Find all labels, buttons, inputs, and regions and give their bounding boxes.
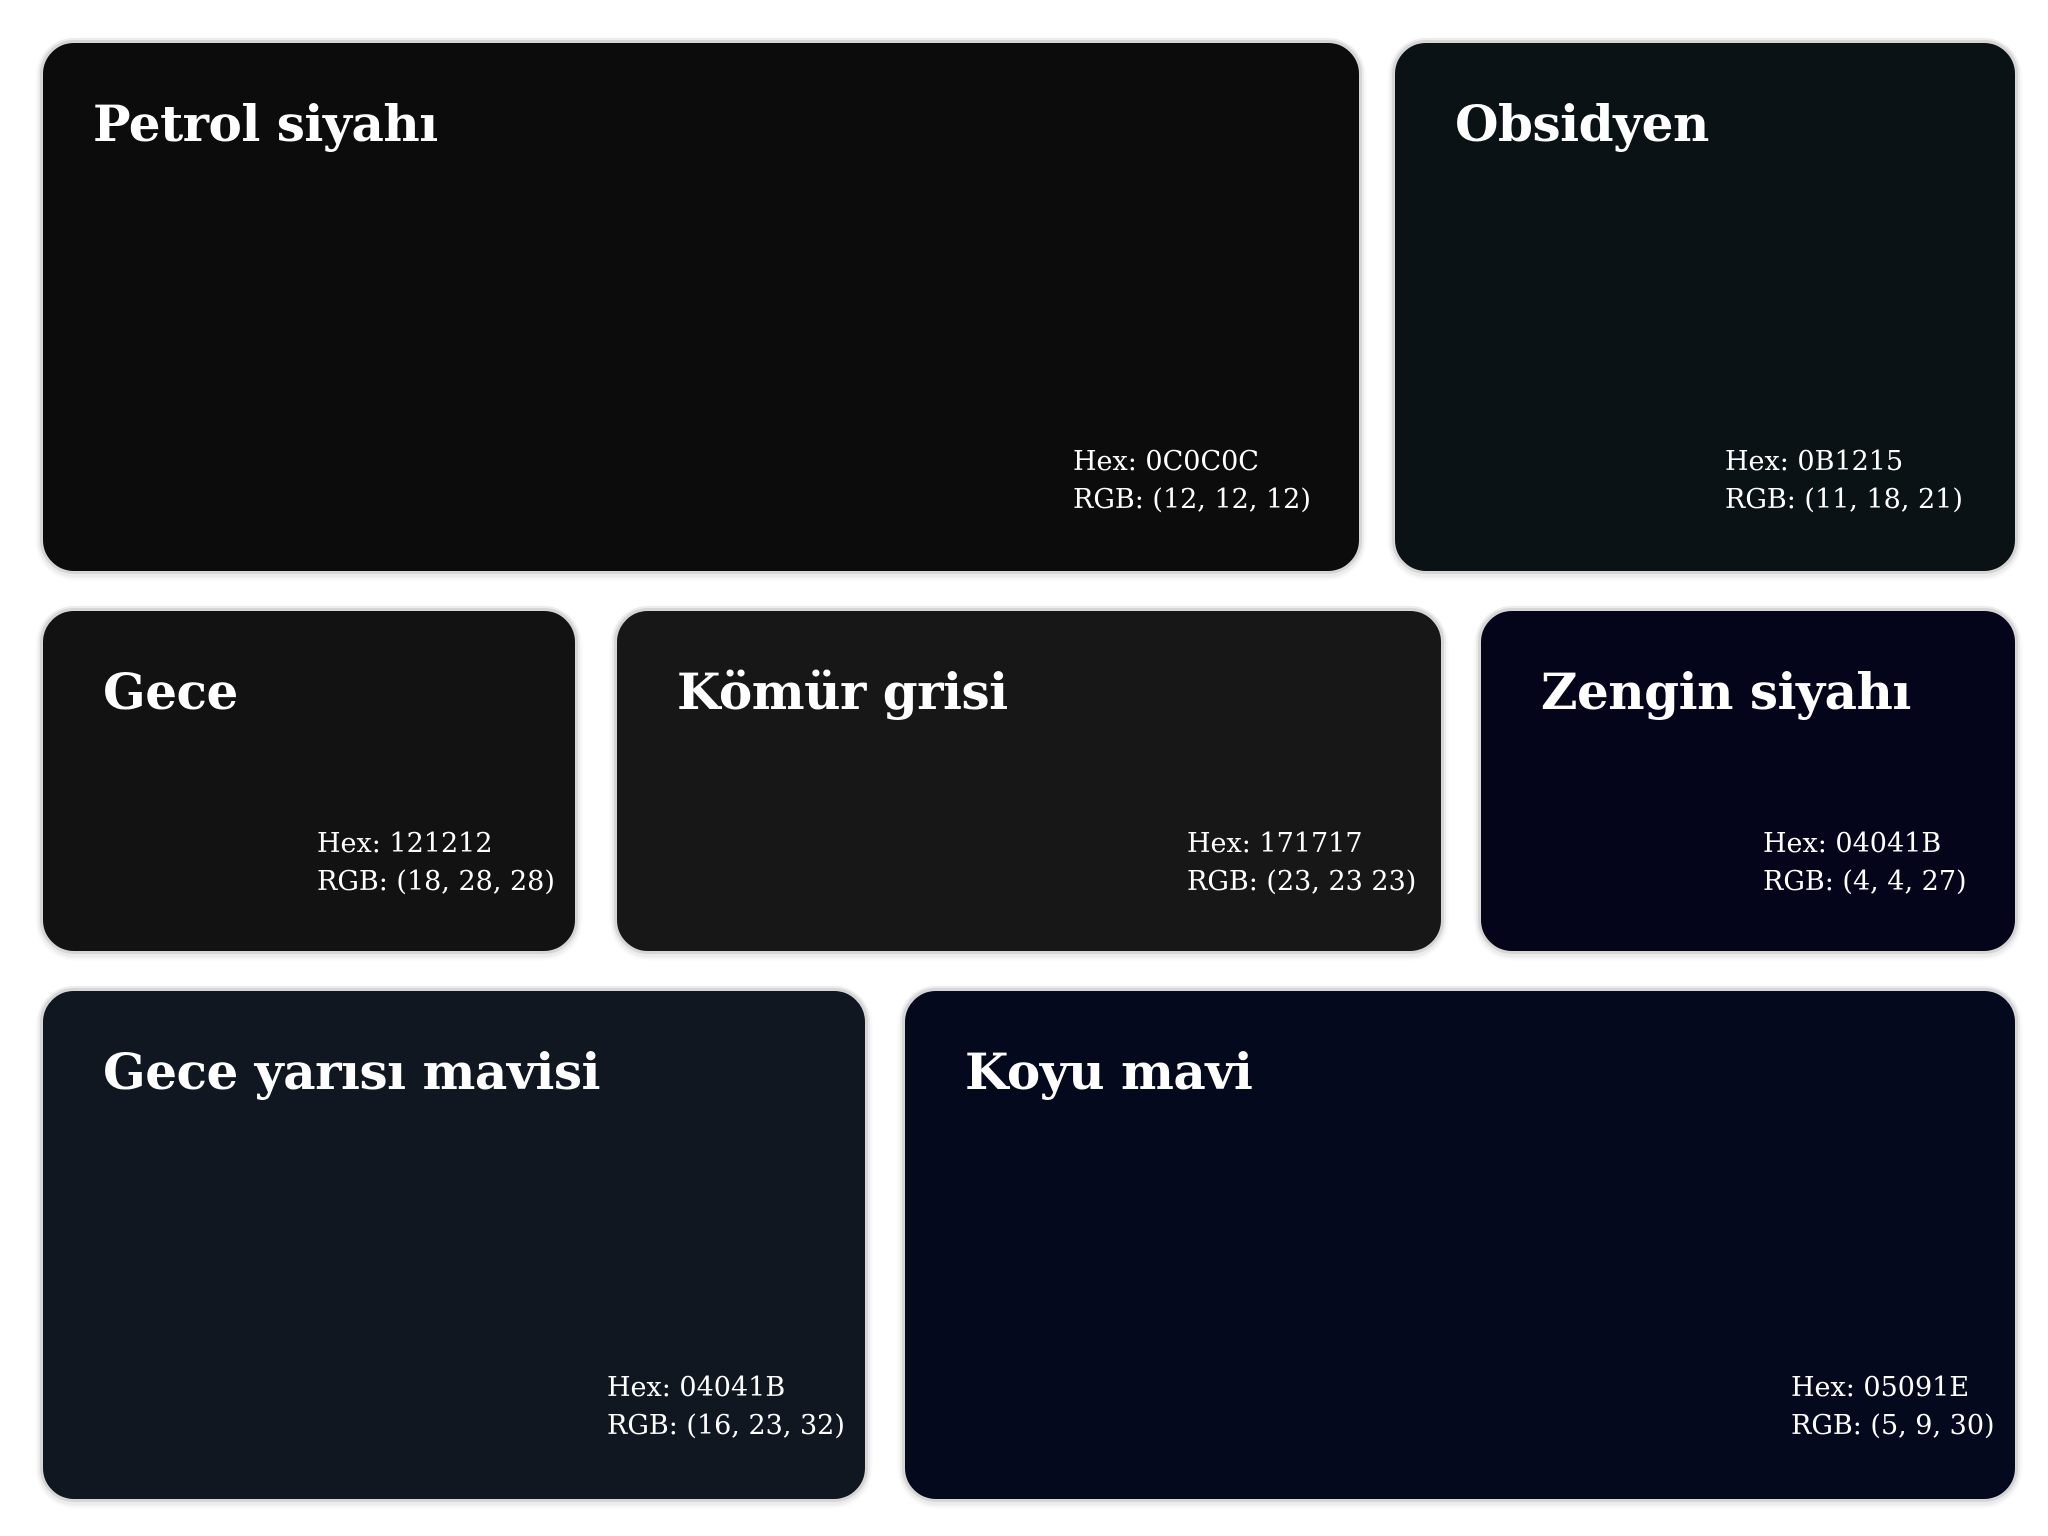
- swatch-obsidyen: Obsidyen Hex: 0B1215 RGB: (11, 18, 21): [1392, 40, 2018, 574]
- swatch-codes: Hex: 04041B RGB: (4, 4, 27): [1763, 825, 1967, 901]
- swatch-petrol-siyahi: Petrol siyahı Hex: 0C0C0C RGB: (12, 12, …: [40, 40, 1362, 574]
- swatch-hex: Hex: 171717: [1187, 828, 1363, 859]
- swatch-zengin-siyahi: Zengin siyahı Hex: 04041B RGB: (4, 4, 27…: [1478, 608, 2018, 954]
- swatch-rgb: RGB: (12, 12, 12): [1073, 484, 1311, 515]
- swatch-komur-grisi: Kömür grisi Hex: 171717 RGB: (23, 23 23): [614, 608, 1444, 954]
- swatch-rgb: RGB: (23, 23 23): [1187, 866, 1417, 897]
- swatch-hex: Hex: 04041B: [1763, 828, 1942, 859]
- swatch-title: Gece: [103, 662, 238, 721]
- swatch-koyu-mavi: Koyu mavi Hex: 05091E RGB: (5, 9, 30): [902, 988, 2018, 1502]
- swatch-hex: Hex: 121212: [317, 828, 493, 859]
- swatch-gece: Gece Hex: 121212 RGB: (18, 28, 28): [40, 608, 578, 954]
- swatch-title: Koyu mavi: [965, 1042, 1253, 1101]
- swatch-codes: Hex: 0B1215 RGB: (11, 18, 21): [1725, 443, 1963, 519]
- swatch-rgb: RGB: (4, 4, 27): [1763, 866, 1967, 897]
- swatch-hex: Hex: 0B1215: [1725, 446, 1904, 477]
- swatch-gece-yarisi-mavisi: Gece yarısı mavisi Hex: 04041B RGB: (16,…: [40, 988, 868, 1502]
- swatch-rgb: RGB: (11, 18, 21): [1725, 484, 1963, 515]
- swatch-rgb: RGB: (5, 9, 30): [1791, 1410, 1995, 1441]
- swatch-codes: Hex: 05091E RGB: (5, 9, 30): [1791, 1369, 1995, 1445]
- swatch-codes: Hex: 171717 RGB: (23, 23 23): [1187, 825, 1416, 901]
- swatch-hex: Hex: 04041B: [607, 1372, 786, 1403]
- swatch-codes: Hex: 121212 RGB: (18, 28, 28): [317, 825, 555, 901]
- swatch-rgb: RGB: (16, 23, 32): [607, 1410, 845, 1441]
- swatch-hex: Hex: 05091E: [1791, 1372, 1970, 1403]
- swatch-title: Petrol siyahı: [93, 94, 438, 153]
- swatch-title: Zengin siyahı: [1541, 662, 1911, 721]
- swatch-hex: Hex: 0C0C0C: [1073, 446, 1259, 477]
- swatch-codes: Hex: 04041B RGB: (16, 23, 32): [607, 1369, 845, 1445]
- swatch-title: Kömür grisi: [677, 662, 1008, 721]
- swatch-title: Obsidyen: [1455, 94, 1709, 153]
- swatch-codes: Hex: 0C0C0C RGB: (12, 12, 12): [1073, 443, 1311, 519]
- swatch-title: Gece yarısı mavisi: [103, 1042, 601, 1101]
- swatch-rgb: RGB: (18, 28, 28): [317, 866, 555, 897]
